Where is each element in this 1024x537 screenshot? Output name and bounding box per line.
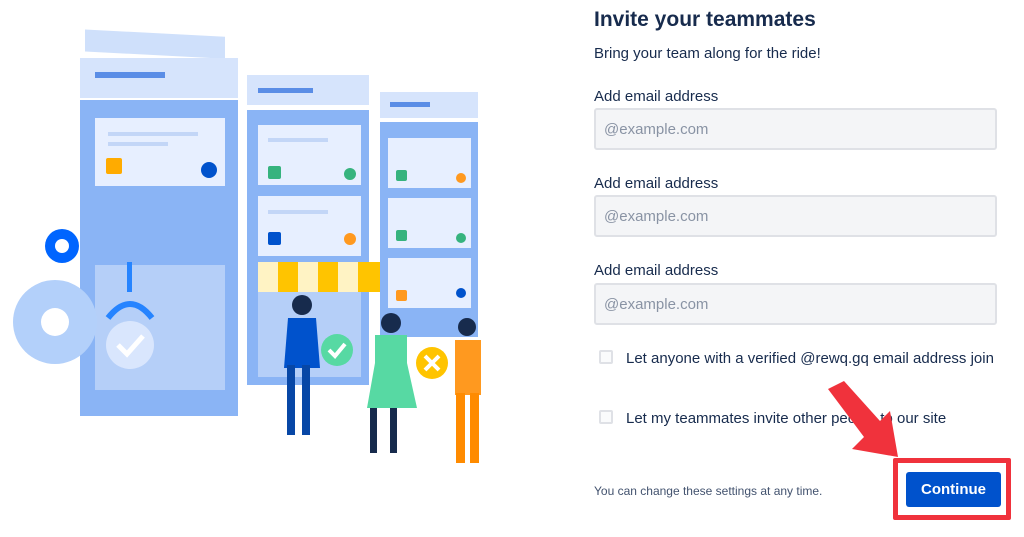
email-field-label-3: Add email address: [594, 262, 719, 279]
board-column-icon: [380, 92, 478, 337]
teammates-invite-label: Let my teammates invite other people to …: [626, 410, 947, 427]
invite-form: Invite your teammates Bring your team al…: [594, 0, 1004, 532]
verified-domain-checkbox[interactable]: [599, 350, 613, 364]
option-verified-domain[interactable]: Let anyone with a verified @rewq.gq emai…: [599, 347, 996, 370]
email-field-2[interactable]: [594, 195, 997, 237]
arrow-pointer-icon: [828, 381, 898, 457]
page-subtitle: Bring your team along for the ride!: [594, 45, 821, 62]
team-illustration: [0, 0, 520, 532]
email-field-label-1: Add email address: [594, 88, 719, 105]
continue-button[interactable]: Continue: [906, 472, 1001, 507]
verified-domain-label: Let anyone with a verified @rewq.gq emai…: [626, 350, 994, 367]
option-teammates-invite[interactable]: Let my teammates invite other people to …: [599, 407, 996, 430]
board-column-icon: [80, 58, 238, 416]
email-field-1[interactable]: [594, 108, 997, 150]
email-field-3[interactable]: [594, 283, 997, 325]
board-header-bar-icon: [85, 29, 225, 59]
email-field-label-2: Add email address: [594, 175, 719, 192]
teammates-invite-checkbox[interactable]: [599, 410, 613, 424]
page-title: Invite your teammates: [594, 8, 816, 31]
settings-footnote: You can change these settings at any tim…: [594, 484, 823, 498]
